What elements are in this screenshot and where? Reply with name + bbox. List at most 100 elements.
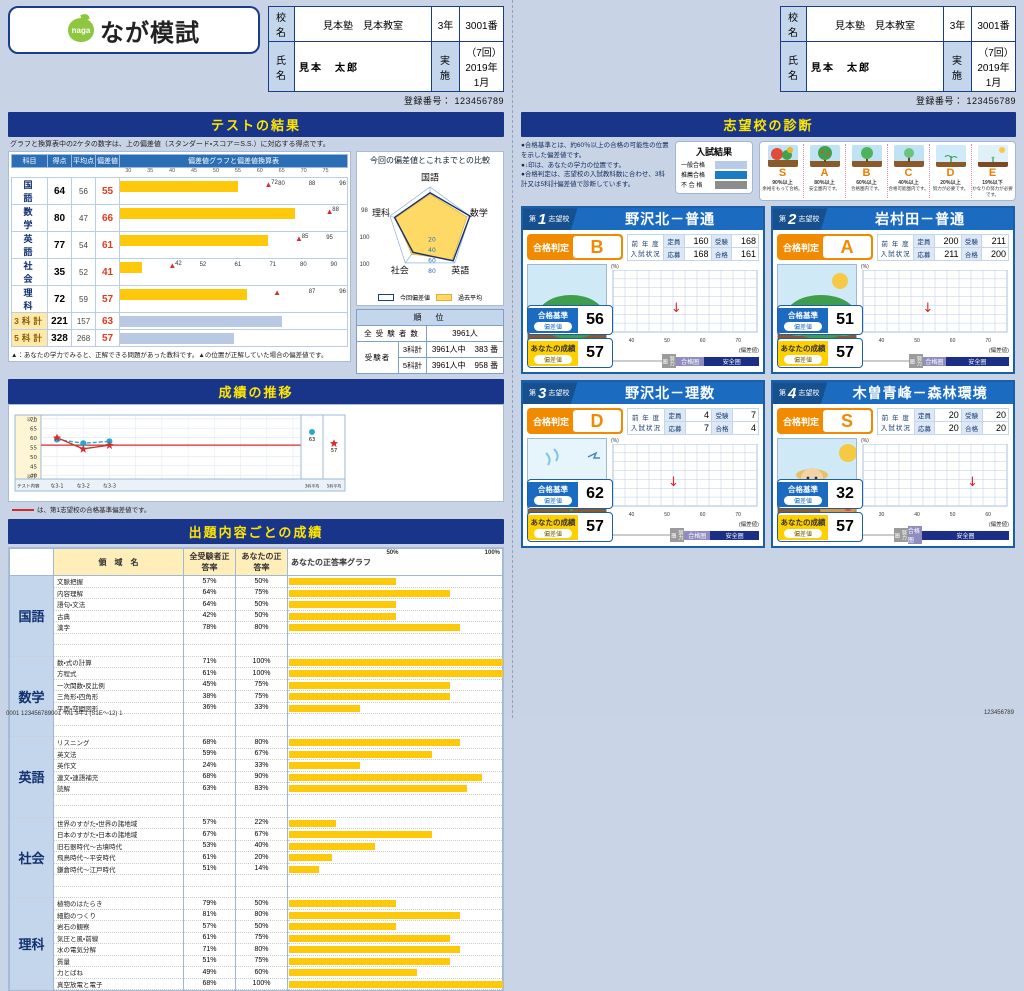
radar-column: 今回の偏差値とこれまでとの比較 国語 数学 英語 社会 理科 20 40 60 80 今回偏差値… [356, 151, 504, 374]
domain-bar-cell [287, 909, 503, 921]
result-legend-swatch [715, 160, 747, 169]
r-school-label: 校名 [780, 6, 807, 42]
diagnosis-notes: ●合格基準とは、約60％以上の合格の可能性の位置を示した偏差値です。 ●↓印は、あ… [521, 141, 669, 190]
domain-area-name: 水の電気分解 [53, 943, 184, 956]
deviation-bar [120, 289, 247, 300]
results-row: 国 語 64 56 55 ▲ 72 80 88 96 [11, 177, 348, 205]
axis-tick: 60 [699, 338, 706, 345]
grade-scale-label: 88 [308, 181, 316, 187]
left-footer-code: 0001 123456789001 *M1 3年1 (S1E〜12) 1 [6, 711, 123, 717]
domain-bar-cell [287, 702, 503, 714]
distribution-chart: (%) ↓ 40 50 60 70 (偏差値) 努力圏 合格圏 安全圏 [611, 438, 759, 543]
svg-text:数学: 数学 [470, 207, 488, 219]
domain-all-rate: 64% [183, 598, 236, 611]
domain-area-name: 数・式の計算 [53, 656, 184, 668]
domain-bar-cell [287, 621, 503, 634]
domain-bar-cell [287, 851, 503, 864]
your-title: あなたの成績 [530, 343, 576, 353]
teiin-value: 200 [933, 234, 962, 249]
row-score: 77 [47, 231, 72, 259]
domain-spacer-row [10, 644, 503, 657]
zone-bar: 努力圏 合格圏 安全圏 [861, 526, 1009, 545]
zone-effort: 努力圏 [893, 528, 908, 543]
domain-bar [289, 658, 503, 666]
svg-text:テスト内容: テスト内容 [17, 483, 40, 490]
rank-num-0: 383 番 [474, 345, 499, 354]
rank-value-1: 3961人中 958 番 [426, 357, 504, 374]
standard-stat: 合格基準 偏差値 56 [527, 305, 613, 336]
result-legend-label: 一般合格 [681, 163, 706, 169]
domain-your-rate: 90% [235, 771, 288, 783]
r-registration-label: 登録番号： [915, 96, 964, 106]
domain-bar-cell [287, 943, 503, 956]
grade-letter: B [862, 167, 871, 179]
rank-suffix: 志望校 [548, 390, 570, 398]
results-table: 科目 得点 平均点 偏差値 偏差値グラフと偏差値換算表 30 35 40 45 50 55… [11, 154, 369, 347]
school-card[interactable]: 第 2 志望校 岩村田－普通 合格判定 A 前 年 度入試状況 定員 200 受… [771, 206, 1015, 375]
domain-your-rate: 100% [235, 667, 288, 680]
your-value: 57 [586, 344, 604, 362]
your-label: あなたの成績 偏差値 [528, 340, 578, 366]
row-average: 157 [71, 312, 96, 330]
axis-dev-label: (偏差値) [988, 522, 1009, 529]
domain-row: 鎌倉時代〜江戸時代 51% 14% [10, 863, 503, 875]
row-subject: 5科計 [11, 329, 48, 347]
svg-text:80: 80 [428, 268, 436, 275]
axis-tick: 40 [878, 338, 885, 345]
zone-pass: 合格圏 [684, 530, 711, 540]
rank-title: 順 位 [356, 309, 504, 326]
domain-spacer-row [10, 633, 503, 645]
domain-row: 語句・文法 64% 50% [10, 598, 503, 611]
grade-desc: かなりの努力が必要です。 [972, 186, 1013, 197]
grid-plot: ↓ [612, 444, 758, 507]
right-header: 校名 見本塾 見本教室 3年 3001番 氏名 見本 太郎 実施 （7回）201… [521, 6, 1016, 107]
domain-row: 漢字 78% 80% [10, 621, 503, 634]
trend-panel: 40 45 50 55 60 65 70 以上 以下 63 57 テスト内容 な3-1 な3-2 な3-3 3… [8, 404, 504, 502]
dth-you: あなたの正答率 [235, 548, 288, 576]
domain-area-name: 三角形・四角形 [53, 690, 184, 703]
domain-bar-cell [287, 656, 503, 668]
domain-spacer-row [10, 874, 503, 887]
result-legend-label: 推薦合格 [681, 173, 706, 179]
standard-value: 62 [586, 485, 604, 503]
domain-bar [289, 601, 396, 608]
school-card[interactable]: 第 1 志望校 野沢北－普通 合格判定 B 前 年 度入試状況 定員 160 受… [521, 206, 765, 375]
axis-ticks: 40 50 60 70 [611, 512, 759, 520]
card-header: 第 4 志望校 木曽青峰－森林環境 [773, 382, 1013, 405]
domain-bar [289, 934, 450, 942]
domain-all-rate: 64% [183, 587, 236, 599]
your-stat: あなたの成績 偏差値 57 [527, 512, 613, 543]
domain-row: 飛鳥時代〜平安時代 61% 20% [10, 851, 503, 864]
domain-area-name: 漢字 [53, 621, 184, 634]
student-name: 見本 太郎 [294, 41, 432, 92]
zone-bar: 努力圏 合格圏 安全圏 [861, 354, 1009, 369]
domain-bar-cell [287, 966, 503, 979]
domain-row: 旧石器時代〜古墳時代 53% 40% [10, 840, 503, 852]
grade-scale-label: 96 [339, 289, 346, 295]
grade-letter: C [904, 167, 913, 179]
right-sheet: 校名 見本塾 見本教室 3年 3001番 氏名 見本 太郎 実施 （7回）201… [512, 0, 1024, 718]
r-school-value: 見本塾 見本教室 [806, 6, 944, 42]
domain-row: 細胞のつくり 81% 80% [10, 909, 503, 921]
zone-effort: 努力圏 [670, 528, 685, 543]
zone-safe: 安全圏 [921, 530, 1009, 540]
zone-blank [611, 360, 662, 363]
registration: 登録番号： 123456789 [268, 94, 504, 107]
axis-ticks: 40 50 60 70 [611, 338, 759, 346]
school-card[interactable]: 第 3 志望校 野沢北－理数 合格判定 D 前 年 度入試状況 定員 4 受験 … [521, 380, 765, 549]
rank-number: 2 [788, 210, 797, 228]
prev-year-label: 前 年 度入試状況 [626, 234, 665, 262]
rank-suffix: 志望校 [798, 390, 820, 398]
domain-area-name: 飛鳥時代〜平安時代 [53, 851, 184, 864]
domain-bar-cell [287, 955, 503, 967]
rank-total-value: 3961人 [426, 325, 504, 342]
standard-sub: 偏差値 [534, 321, 572, 331]
school-card[interactable]: 第4志望校 木曽青峰－森林環境 合格判定 S 前 年 度入試状況 定員 20 [771, 380, 1015, 549]
rank-total-label: 全 受 験 者 数 [356, 325, 427, 342]
axis-ticks: 30 40 50 60 [861, 512, 1009, 520]
juken-value: 7 [731, 408, 760, 423]
axis-ticks: 40 50 60 70 [861, 338, 1009, 346]
domain-your-rate: 83% [235, 782, 288, 795]
scale-tick: 30 [125, 168, 132, 174]
row-average: 268 [71, 329, 96, 347]
